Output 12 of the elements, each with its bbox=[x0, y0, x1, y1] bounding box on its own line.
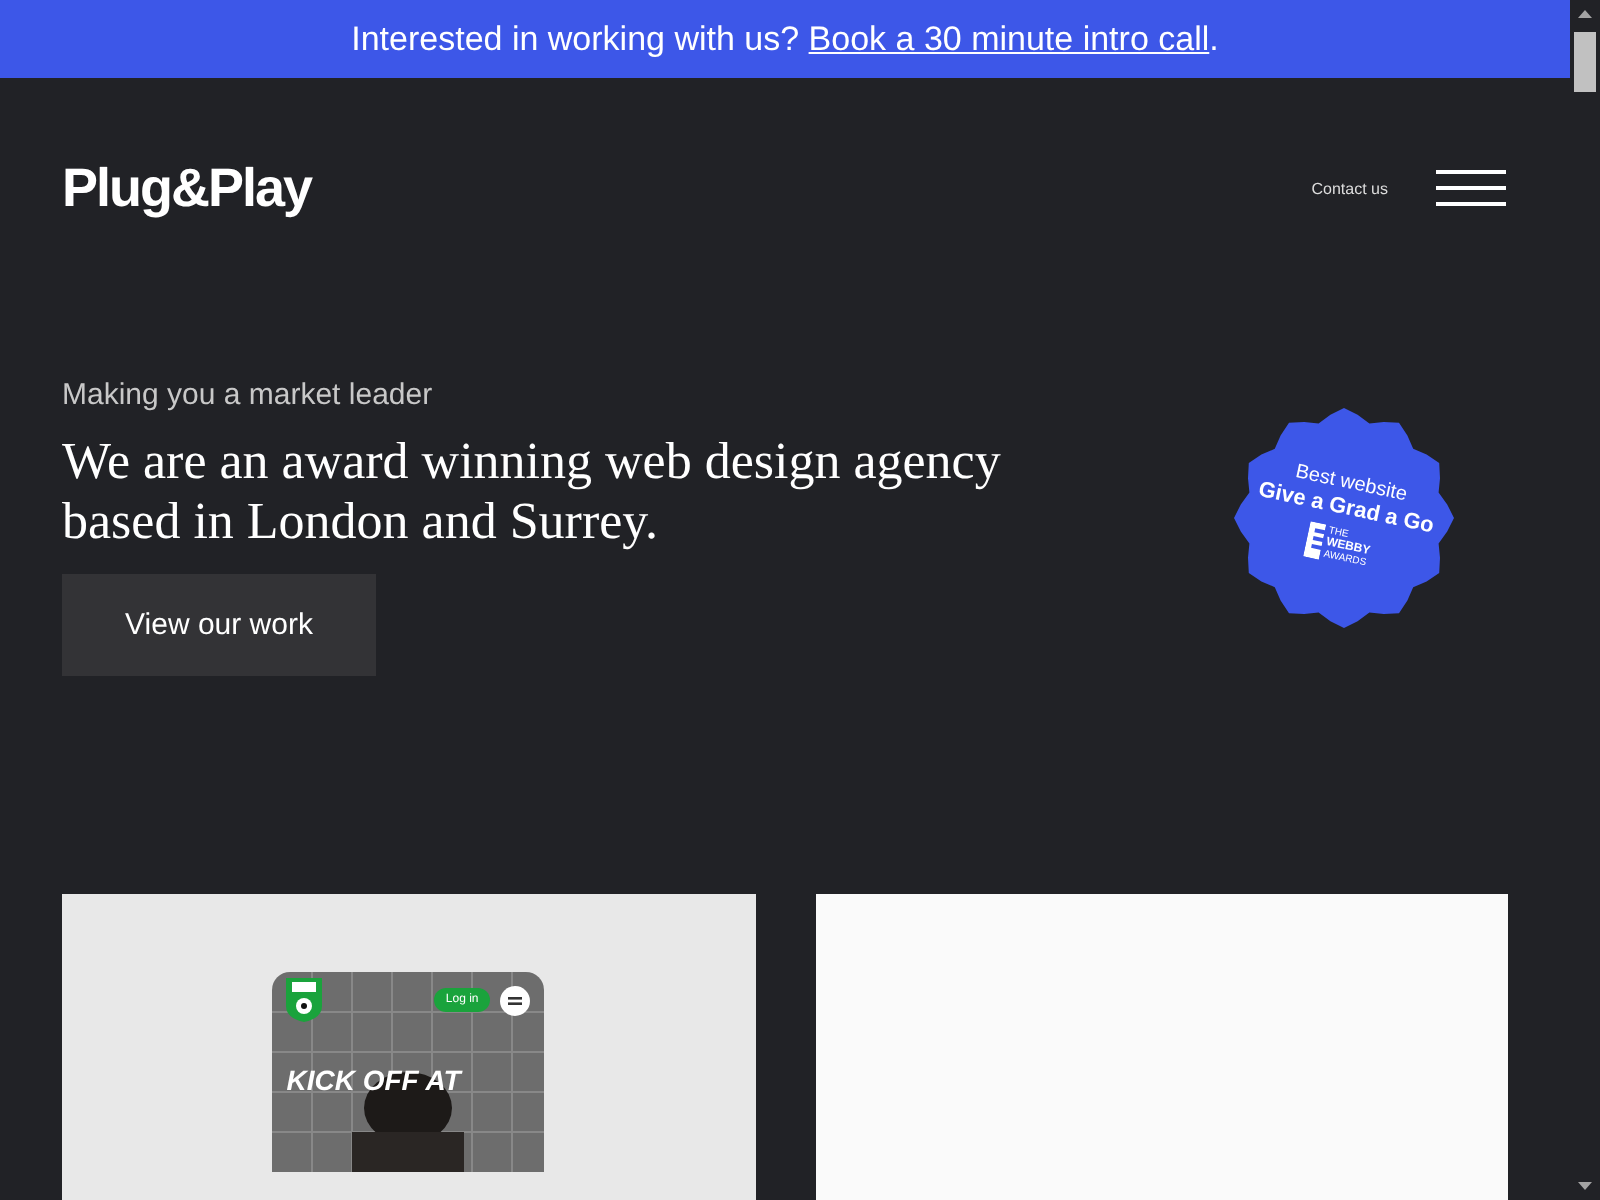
contact-link[interactable]: Contact us bbox=[1311, 179, 1388, 197]
shield-logo-icon bbox=[286, 978, 323, 1022]
logo[interactable]: Plug&Play bbox=[62, 157, 312, 219]
view-work-button[interactable]: View our work bbox=[62, 574, 376, 676]
award-logo-icon bbox=[1302, 521, 1326, 560]
intro-call-link[interactable]: Book a 30 minute intro call bbox=[808, 19, 1210, 57]
eyebrow-text: Making you a market leader bbox=[62, 378, 435, 412]
hero-heading: We are an award winning web design agency based in London and Surrey. bbox=[62, 432, 1003, 552]
menu-icon[interactable] bbox=[500, 985, 531, 1015]
project-headline: KICK OFF AT bbox=[286, 1064, 461, 1096]
menu-icon[interactable] bbox=[1436, 170, 1506, 206]
banner-text: Interested in working with us? Book a 30 minute intro call. bbox=[351, 19, 1219, 59]
